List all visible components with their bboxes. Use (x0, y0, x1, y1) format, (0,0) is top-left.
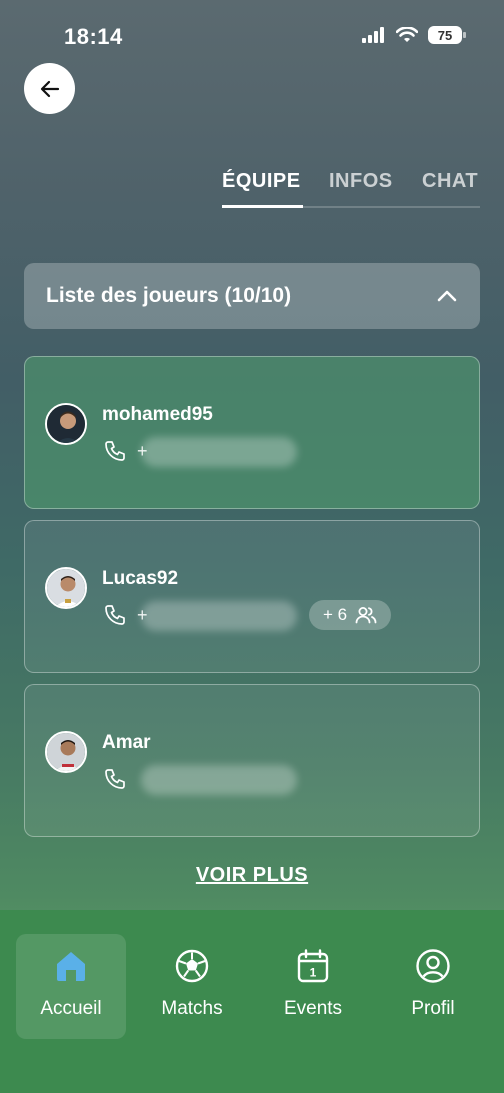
player-card[interactable]: mohamed95 + (24, 356, 480, 509)
phone-icon (105, 605, 125, 625)
nav-matchs-label: Matchs (161, 998, 223, 1019)
home-icon (57, 952, 85, 981)
nav-events-label: Events (283, 998, 343, 1019)
phone-icon (105, 441, 125, 461)
chevron-up-icon (437, 290, 457, 302)
tab-chat-label: CHAT (422, 170, 479, 192)
tab-chat[interactable]: CHAT (422, 170, 478, 193)
status-icons: 75 (362, 26, 466, 44)
nav-profil[interactable]: Profil (378, 934, 488, 1039)
battery-icon: 75 (428, 26, 466, 44)
tab-equipe[interactable]: ÉQUIPE (222, 170, 301, 193)
phone-number-redacted (141, 601, 297, 631)
profile-icon (416, 949, 450, 983)
bottom-nav: Accueil Matchs 1 Events Profil (0, 910, 504, 1093)
nav-home-label: Accueil (40, 998, 102, 1019)
phone-icon (105, 769, 125, 789)
calendar-icon: 1 (297, 949, 329, 983)
tab-equipe-label: ÉQUIPE (222, 170, 301, 192)
svg-text:1: 1 (310, 966, 317, 980)
back-button[interactable] (24, 63, 75, 114)
arrow-left-icon (40, 80, 59, 97)
tab-active-indicator (222, 205, 303, 208)
phone-number-redacted (141, 437, 297, 467)
players-list-title: Liste des joueurs (10/10) (46, 284, 292, 307)
avatar (45, 403, 87, 445)
see-more-link[interactable]: VOIR PLUS (0, 864, 504, 887)
avatar (45, 567, 87, 609)
tab-bar: ÉQUIPE INFOS CHAT (222, 170, 480, 208)
guests-badge[interactable]: + 6 (309, 600, 391, 630)
status-time: 18:14 (64, 24, 123, 49)
soccer-ball-icon (175, 949, 209, 983)
tab-infos[interactable]: INFOS (329, 170, 393, 193)
nav-home[interactable]: Accueil (16, 934, 126, 1039)
battery-level: 75 (437, 27, 453, 43)
nav-profil-label: Profil (411, 998, 455, 1019)
guests-count: + 6 (322, 605, 348, 624)
signal-icon (362, 27, 384, 43)
player-card[interactable]: Amar (24, 684, 480, 837)
users-icon (355, 607, 377, 624)
player-name: mohamed95 (102, 404, 213, 425)
avatar (45, 731, 87, 773)
player-name: Lucas92 (102, 568, 179, 589)
wifi-icon (396, 27, 418, 42)
players-list-header[interactable]: Liste des joueurs (10/10) (24, 263, 480, 329)
player-name: Amar (102, 732, 151, 753)
nav-events[interactable]: 1 Events (258, 934, 368, 1039)
nav-matchs[interactable]: Matchs (137, 934, 247, 1039)
status-bar: 18:14 75 (0, 0, 504, 72)
player-card[interactable]: Lucas92 + + 6 (24, 520, 480, 673)
phone-number-redacted (141, 765, 297, 795)
tab-infos-label: INFOS (329, 170, 393, 192)
